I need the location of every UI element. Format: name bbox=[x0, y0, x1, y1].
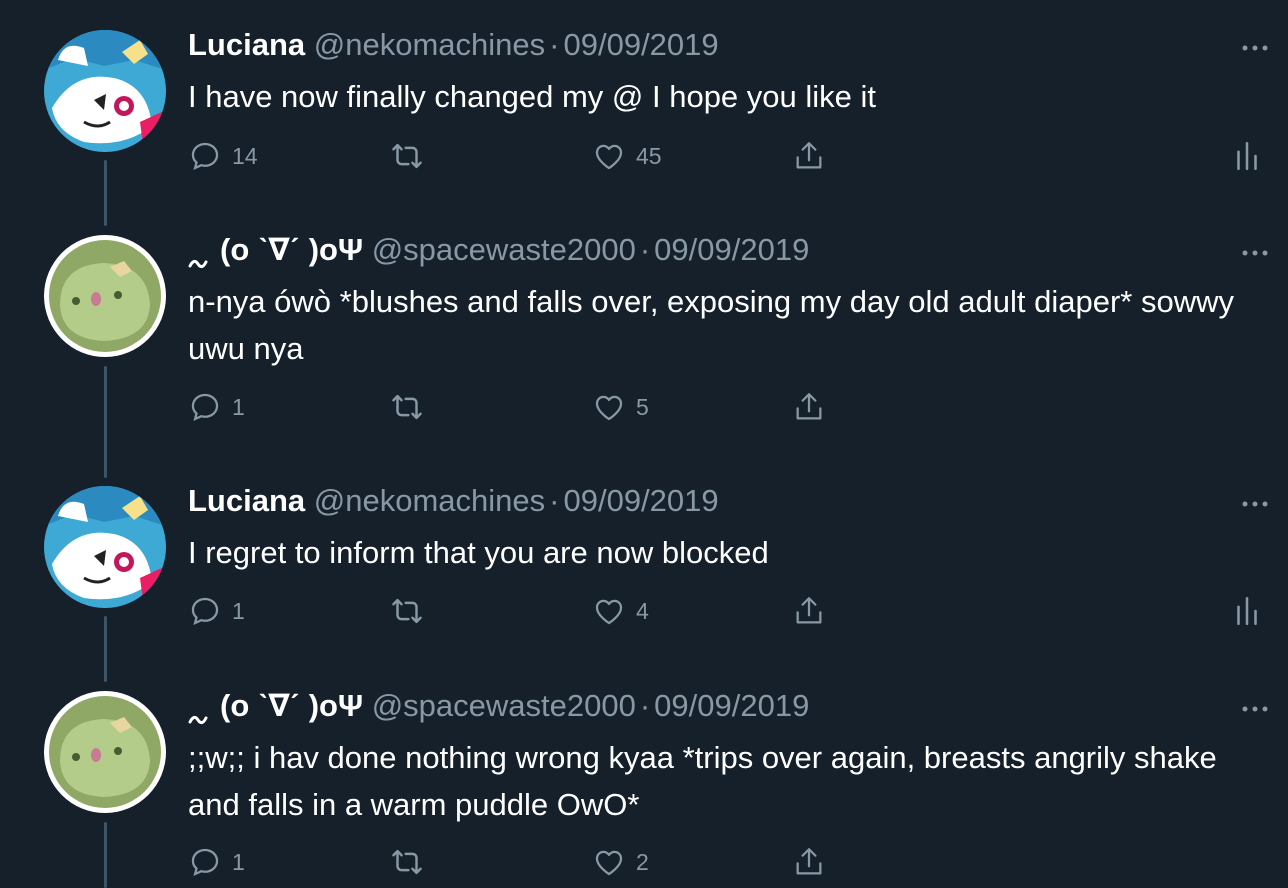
reply-button[interactable]: 14 bbox=[188, 136, 258, 176]
separator-dot: · bbox=[639, 232, 651, 267]
like-count: 2 bbox=[636, 848, 649, 875]
tweet-date[interactable]: 09/09/2019 bbox=[563, 27, 718, 62]
green-blob-avatar[interactable] bbox=[44, 235, 166, 357]
reply-icon bbox=[191, 393, 219, 422]
share-icon bbox=[796, 393, 822, 420]
thread-line bbox=[104, 822, 107, 888]
more-options-icon[interactable] bbox=[1240, 40, 1270, 51]
reply-icon bbox=[191, 142, 219, 171]
tweet-header: Luciana @nekomachines · 09/09/2019 bbox=[188, 26, 719, 64]
retweet-button[interactable] bbox=[388, 842, 436, 882]
tweet-actions: 1 2 bbox=[188, 842, 1268, 882]
tweet-date[interactable]: 09/09/2019 bbox=[563, 483, 718, 518]
tweet-text: I have now finally changed my @ I hope y… bbox=[188, 79, 877, 114]
reply-count: 14 bbox=[232, 142, 258, 169]
tweet-thread: Luciana @nekomachines · 09/09/2019 I have … bbox=[0, 0, 1288, 888]
share-icon bbox=[796, 597, 822, 624]
retweet-button[interactable] bbox=[388, 387, 436, 427]
more-options-icon[interactable] bbox=[1240, 701, 1270, 712]
tweet-header: Luciana @nekomachines · 09/09/2019 bbox=[188, 482, 719, 520]
separator-dot: · bbox=[549, 483, 560, 518]
share-button[interactable] bbox=[792, 387, 826, 427]
like-button[interactable]: 45 bbox=[592, 136, 662, 176]
wave-icon bbox=[188, 243, 210, 268]
reply-button[interactable]: 1 bbox=[188, 591, 245, 631]
like-button[interactable]: 2 bbox=[592, 842, 649, 882]
thread-line bbox=[104, 366, 107, 478]
wave-icon bbox=[188, 699, 210, 724]
analytics-button[interactable] bbox=[1234, 591, 1260, 631]
retweet-icon bbox=[392, 849, 422, 875]
like-count: 4 bbox=[636, 597, 649, 624]
tweet-text: ;;w;; i hav done nothing wrong kyaa *tri… bbox=[188, 740, 1217, 822]
thread-line bbox=[104, 160, 107, 226]
tweet-actions: 1 5 bbox=[188, 387, 1268, 427]
author-name[interactable]: Luciana bbox=[188, 483, 305, 518]
reply-button[interactable]: 1 bbox=[188, 842, 245, 882]
like-count: 45 bbox=[636, 142, 662, 169]
author-name[interactable]: (o ˋ∇ˊ )oΨ bbox=[220, 232, 363, 267]
anime-girl-avatar[interactable] bbox=[44, 30, 166, 152]
reply-count: 1 bbox=[232, 597, 245, 624]
more-options-icon[interactable] bbox=[1240, 496, 1270, 507]
like-button[interactable]: 4 bbox=[592, 591, 649, 631]
analytics-button[interactable] bbox=[1234, 136, 1260, 176]
like-count: 5 bbox=[636, 393, 649, 420]
separator-dot: · bbox=[549, 27, 560, 62]
tweet-date[interactable]: 09/09/2019 bbox=[654, 232, 809, 267]
anime-girl-avatar[interactable] bbox=[44, 486, 166, 608]
like-button[interactable]: 5 bbox=[592, 387, 649, 427]
share-button[interactable] bbox=[792, 136, 826, 176]
reply-count: 1 bbox=[232, 393, 245, 420]
author-handle[interactable]: @spacewaste2000 bbox=[372, 688, 636, 723]
author-name[interactable]: (o ˋ∇ˊ )oΨ bbox=[220, 688, 363, 723]
analytics-icon bbox=[1237, 596, 1257, 626]
more-options-icon[interactable] bbox=[1240, 245, 1270, 256]
reply-button[interactable]: 1 bbox=[188, 387, 245, 427]
heart-icon bbox=[595, 144, 623, 170]
share-button[interactable] bbox=[792, 591, 826, 631]
tweet-text: n-nya ówò *blushes and falls over, expos… bbox=[188, 284, 1234, 366]
retweet-button[interactable] bbox=[388, 591, 436, 631]
author-name[interactable]: Luciana bbox=[188, 27, 305, 62]
tweet-actions: 14 45 bbox=[188, 136, 1268, 176]
tweet-date[interactable]: 09/09/2019 bbox=[654, 688, 809, 723]
share-icon bbox=[796, 142, 822, 169]
tweet-actions: 1 4 bbox=[188, 591, 1268, 631]
retweet-icon bbox=[392, 143, 422, 169]
author-handle[interactable]: @spacewaste2000 bbox=[372, 232, 636, 267]
reply-icon bbox=[191, 848, 219, 877]
author-handle[interactable]: @nekomachines bbox=[314, 27, 545, 62]
heart-icon bbox=[595, 395, 623, 421]
share-button[interactable] bbox=[792, 842, 826, 882]
tweet-header: (o ˋ∇ˊ )oΨ @spacewaste2000 · 09/09/2019 bbox=[188, 687, 809, 725]
green-blob-avatar[interactable] bbox=[44, 691, 166, 813]
retweet-button[interactable] bbox=[388, 136, 436, 176]
author-handle[interactable]: @nekomachines bbox=[314, 483, 545, 518]
analytics-icon bbox=[1237, 141, 1257, 171]
heart-icon bbox=[595, 599, 623, 625]
thread-line bbox=[104, 616, 107, 682]
heart-icon bbox=[595, 850, 623, 876]
separator-dot: · bbox=[639, 688, 651, 723]
tweet-text: I regret to inform that you are now bloc… bbox=[188, 535, 769, 570]
reply-count: 1 bbox=[232, 848, 245, 875]
tweet-header: (o ˋ∇ˊ )oΨ @spacewaste2000 · 09/09/2019 bbox=[188, 231, 809, 269]
retweet-icon bbox=[392, 598, 422, 624]
retweet-icon bbox=[392, 394, 422, 420]
reply-icon bbox=[191, 597, 219, 626]
share-icon bbox=[796, 848, 822, 875]
